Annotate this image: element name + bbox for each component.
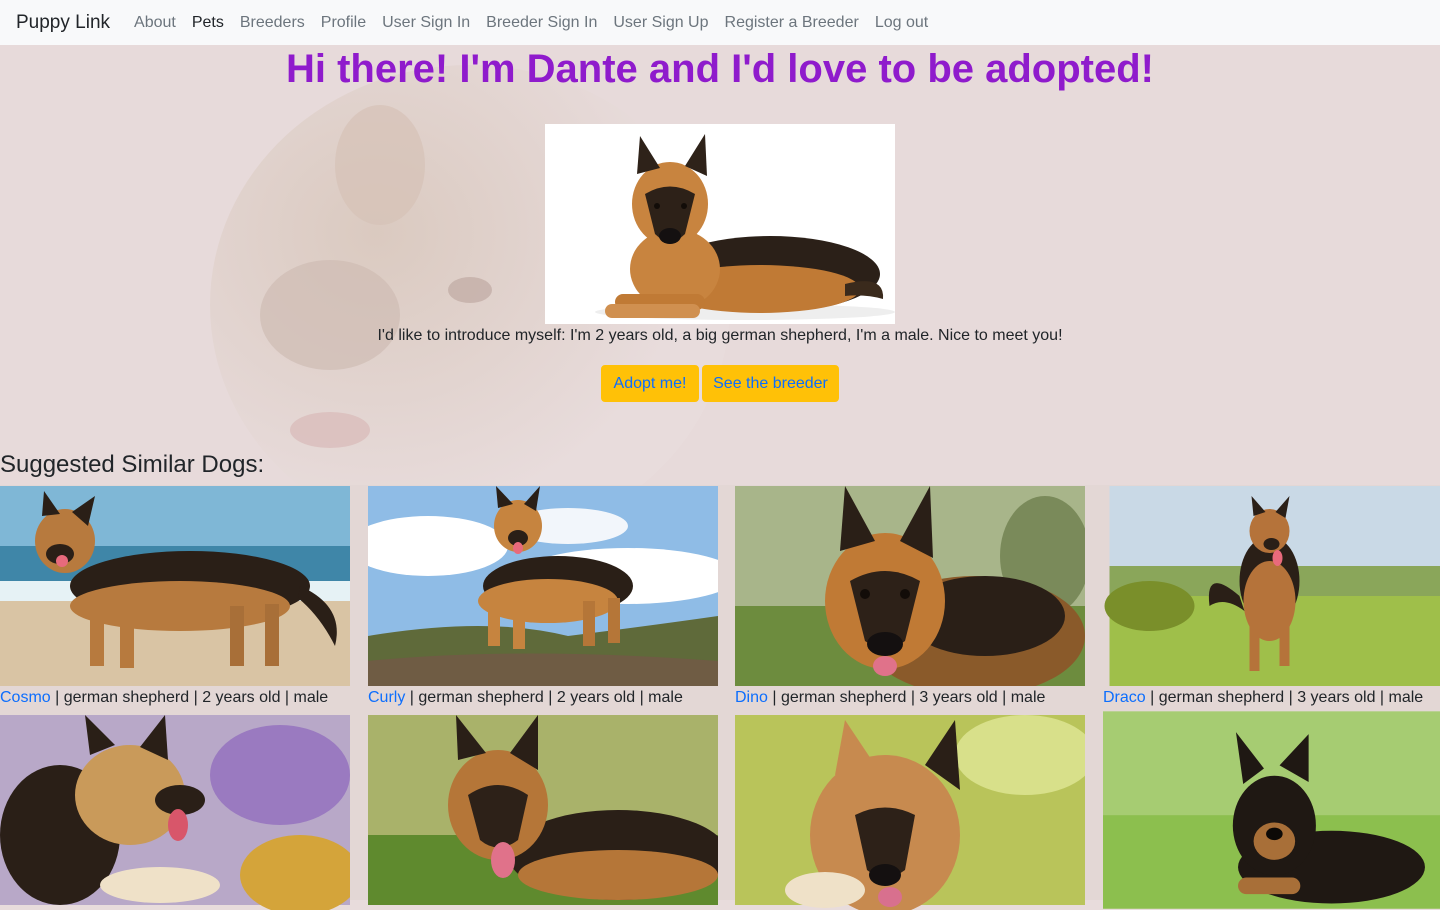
dog-name-link[interactable]: Dino [735, 689, 768, 706]
see-breeder-button[interactable]: See the breeder [702, 365, 839, 402]
dog-caption: Cosmo | german shepherd | 2 years old | … [0, 686, 350, 710]
dog-name-link[interactable]: Cosmo [0, 689, 51, 706]
featured-dog-photo [545, 124, 895, 324]
dog-card: Dino | german shepherd | 3 years old | m… [735, 486, 1085, 710]
brand-link[interactable]: Puppy Link [16, 12, 110, 34]
dog-photo[interactable] [1103, 486, 1440, 686]
dog-card [0, 710, 350, 910]
dog-photo[interactable] [1103, 710, 1440, 910]
dog-card [1103, 710, 1440, 910]
nav-about[interactable]: About [134, 14, 176, 32]
dog-photo[interactable] [735, 710, 1085, 910]
nav-user-sign-up[interactable]: User Sign Up [613, 14, 708, 32]
dog-name-link[interactable]: Curly [368, 689, 405, 706]
page-title: Hi there! I'm Dante and I'd love to be a… [0, 45, 1440, 93]
nav-profile[interactable]: Profile [321, 14, 366, 32]
dog-card [735, 710, 1085, 910]
adopt-me-button[interactable]: Adopt me! [601, 365, 699, 402]
dog-caption: Dino | german shepherd | 3 years old | m… [735, 686, 1085, 710]
dog-caption: Curly | german shepherd | 2 years old | … [368, 686, 718, 710]
nav-register-breeder[interactable]: Register a Breeder [725, 14, 859, 32]
dog-photo[interactable] [0, 486, 350, 686]
nav-log-out[interactable]: Log out [875, 14, 928, 32]
dog-photo[interactable] [0, 710, 350, 910]
dog-card: Cosmo | german shepherd | 2 years old | … [0, 486, 350, 710]
navbar: Puppy Link About Pets Breeders Profile U… [0, 0, 1440, 45]
dog-photo[interactable] [735, 486, 1085, 686]
dog-photo[interactable] [368, 710, 718, 910]
dog-details: | german shepherd | 2 years old | male [405, 689, 683, 706]
dog-caption: Draco | german shepherd | 3 years old | … [1103, 686, 1440, 710]
nav-user-sign-in[interactable]: User Sign In [382, 14, 470, 32]
dog-details: | german shepherd | 3 years old | male [1146, 689, 1424, 706]
dog-details: | german shepherd | 3 years old | male [768, 689, 1046, 706]
dog-card: Curly | german shepherd | 2 years old | … [368, 486, 718, 710]
dog-name-link[interactable]: Draco [1103, 689, 1146, 706]
dog-card [368, 710, 718, 910]
nav-pets[interactable]: Pets [192, 14, 224, 32]
dog-details: | german shepherd | 2 years old | male [51, 689, 329, 706]
dog-photo[interactable] [368, 486, 718, 686]
dog-card: Draco | german shepherd | 3 years old | … [1103, 486, 1440, 710]
nav-breeder-sign-in[interactable]: Breeder Sign In [486, 14, 597, 32]
nav-breeders[interactable]: Breeders [240, 14, 305, 32]
suggested-dogs-heading: Suggested Similar Dogs: [0, 450, 264, 480]
dog-introduction: I'd like to introduce myself: I'm 2 year… [0, 326, 1440, 346]
